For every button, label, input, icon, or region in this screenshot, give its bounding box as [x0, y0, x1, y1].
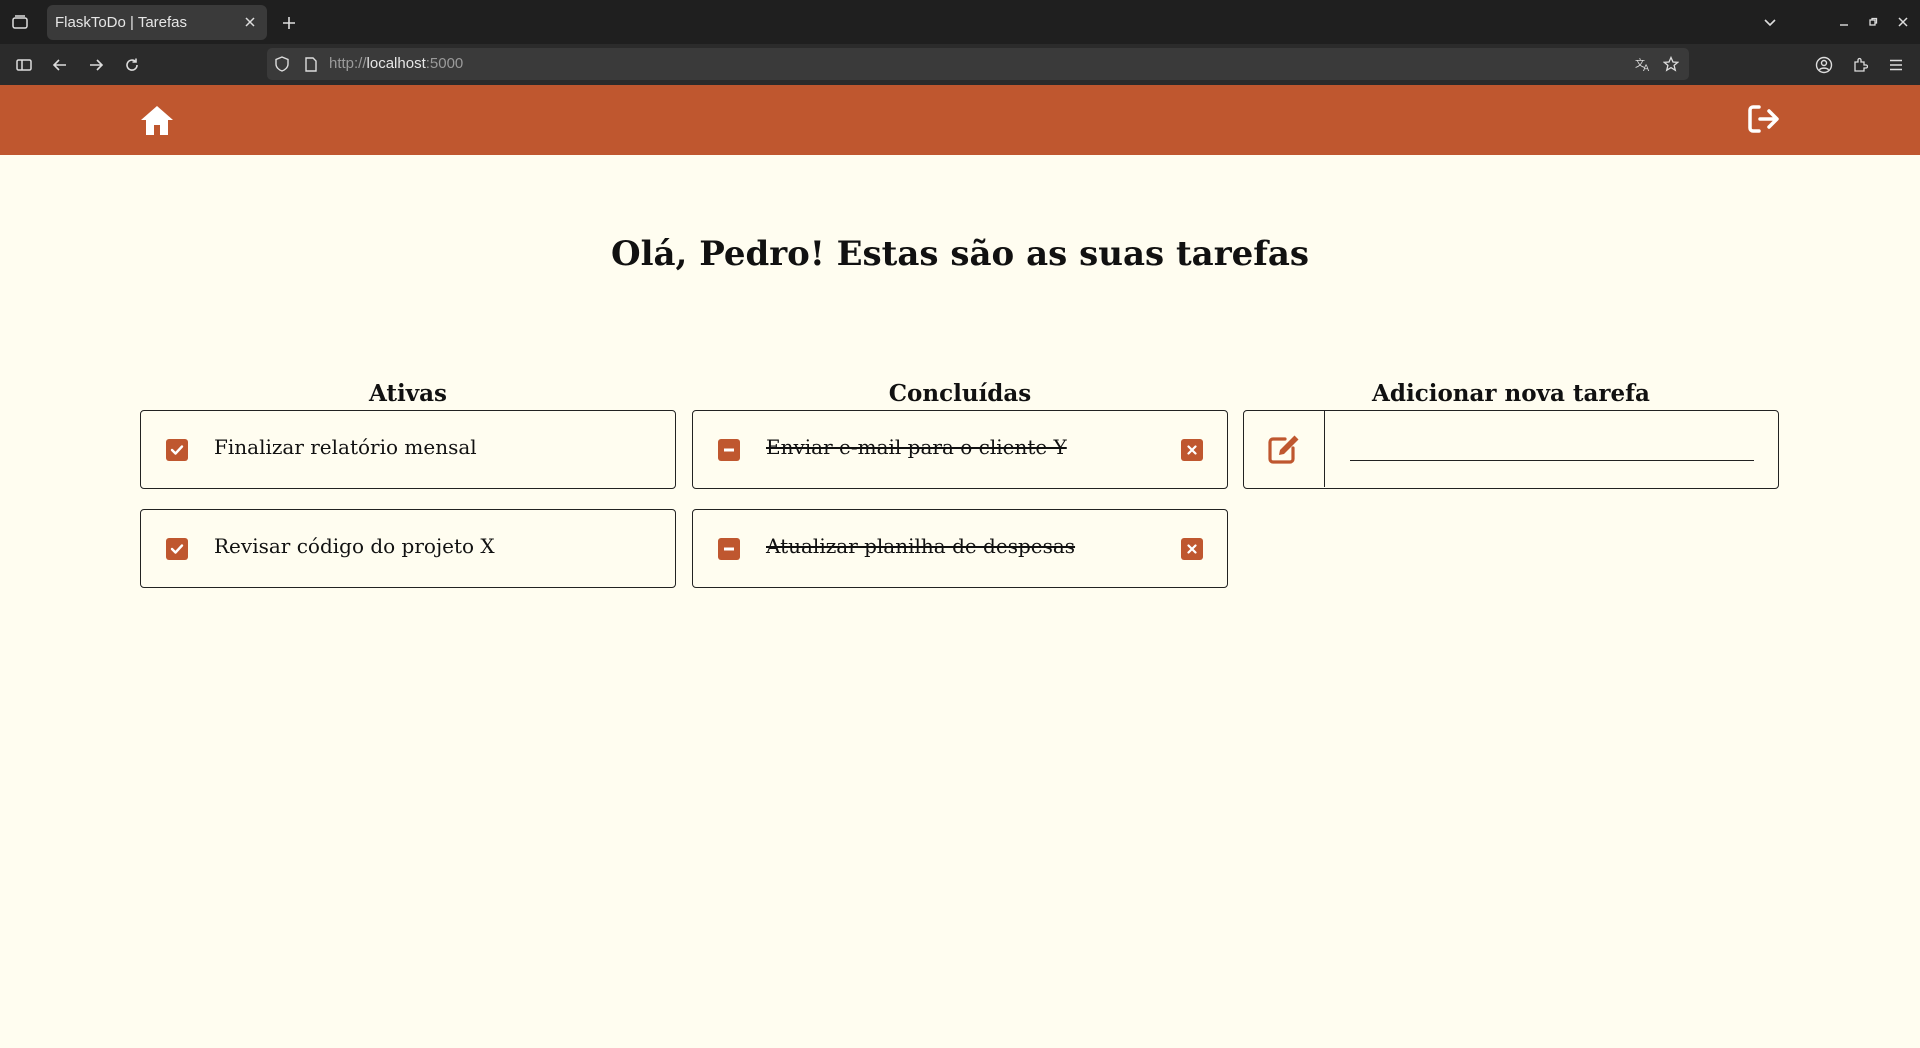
- close-icon: [1187, 445, 1197, 455]
- browser-tab-bar: FlaskToDo | Tarefas: [0, 0, 1920, 44]
- bookmark-star-icon[interactable]: [1662, 55, 1680, 73]
- edit-icon: [1268, 435, 1299, 464]
- app-header: [0, 85, 1920, 155]
- task-text: Atualizar planilha de despesas: [766, 534, 1076, 558]
- sidebar-icon[interactable]: [12, 53, 36, 77]
- url-bar[interactable]: http://localhost:5000 文A: [267, 48, 1689, 80]
- new-tab-icon[interactable]: [278, 12, 300, 34]
- tab-list-icon[interactable]: [8, 10, 32, 34]
- delete-task-button[interactable]: [1181, 538, 1203, 560]
- delete-task-button[interactable]: [1181, 439, 1203, 461]
- new-task-input[interactable]: [1350, 435, 1754, 461]
- tab-title: FlaskToDo | Tarefas: [55, 14, 188, 31]
- close-icon: [1187, 544, 1197, 554]
- chevron-down-icon[interactable]: [1759, 12, 1781, 34]
- done-task-card: Atualizar planilha de despesas: [692, 509, 1228, 588]
- shield-icon[interactable]: [273, 55, 291, 73]
- minimize-icon[interactable]: [1834, 12, 1854, 32]
- forward-icon[interactable]: [84, 53, 108, 77]
- add-column-title: Adicionar nova tarefa: [1372, 380, 1650, 407]
- home-icon[interactable]: [137, 101, 177, 139]
- task-text: Finalizar relatório mensal: [214, 435, 477, 459]
- active-task-card: Revisar código do projeto X: [140, 509, 676, 588]
- logout-icon[interactable]: [1746, 101, 1782, 137]
- extensions-icon[interactable]: [1848, 53, 1872, 77]
- task-text: Enviar e-mail para o cliente Y: [766, 435, 1067, 459]
- active-column-title: Ativas: [368, 380, 448, 407]
- done-task-card: Enviar e-mail para o cliente Y: [692, 410, 1228, 489]
- complete-task-checkbox[interactable]: [166, 538, 188, 560]
- minus-icon: [724, 448, 734, 452]
- task-text: Revisar código do projeto X: [214, 534, 495, 558]
- done-column-title: Concluídas: [888, 380, 1032, 407]
- menu-icon[interactable]: [1884, 53, 1908, 77]
- add-task-form: [1243, 410, 1779, 489]
- reactivate-task-checkbox[interactable]: [718, 439, 740, 461]
- restore-icon[interactable]: [1863, 12, 1883, 32]
- add-task-button[interactable]: [1244, 411, 1325, 487]
- minus-icon: [724, 547, 734, 551]
- svg-text:A: A: [1643, 64, 1650, 72]
- close-window-icon[interactable]: [1893, 12, 1913, 32]
- back-icon[interactable]: [48, 53, 72, 77]
- translate-icon[interactable]: 文A: [1634, 55, 1652, 73]
- close-tab-icon[interactable]: [241, 13, 259, 31]
- browser-nav-bar: http://localhost:5000 文A: [0, 44, 1920, 85]
- account-icon[interactable]: [1812, 53, 1836, 77]
- url-text: http://localhost:5000: [329, 55, 464, 72]
- check-icon: [170, 544, 184, 554]
- complete-task-checkbox[interactable]: [166, 439, 188, 461]
- page-title: Olá, Pedro! Estas são as suas tarefas: [610, 234, 1310, 274]
- check-icon: [170, 445, 184, 455]
- reload-icon[interactable]: [120, 53, 144, 77]
- page-icon[interactable]: [302, 55, 320, 73]
- reactivate-task-checkbox[interactable]: [718, 538, 740, 560]
- browser-tab-active[interactable]: FlaskToDo | Tarefas: [47, 5, 267, 40]
- active-task-card: Finalizar relatório mensal: [140, 410, 676, 489]
